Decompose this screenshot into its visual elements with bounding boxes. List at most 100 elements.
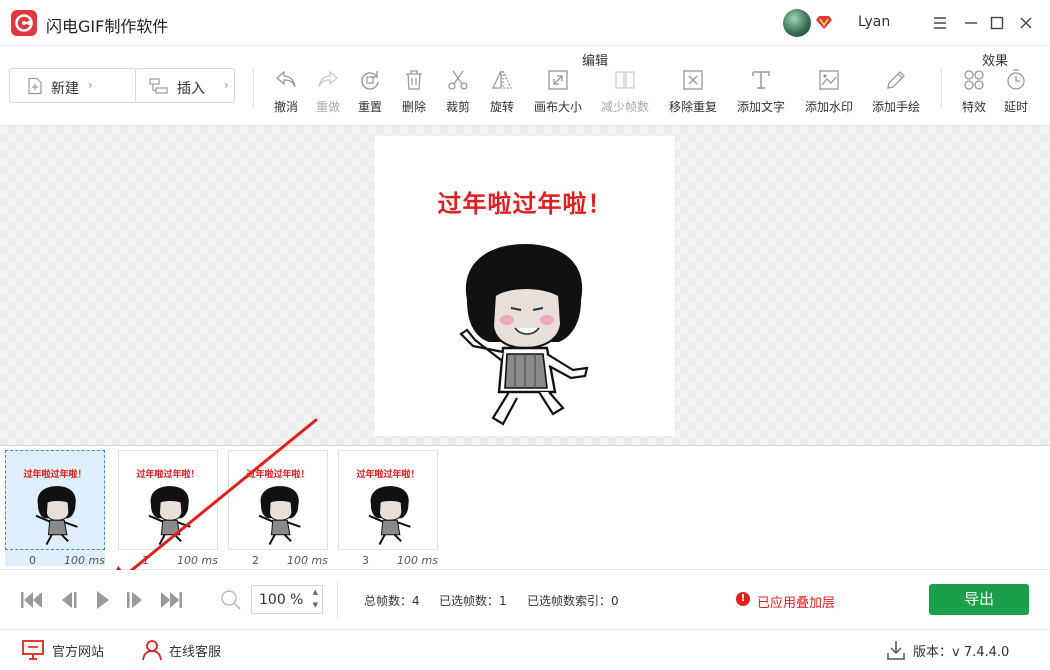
avatar[interactable] xyxy=(783,9,811,37)
overlay-status[interactable]: 已应用叠加层 xyxy=(757,592,835,611)
previous-frame-icon[interactable] xyxy=(56,588,82,612)
zoom-unit: % xyxy=(290,592,304,608)
info-icon: ! xyxy=(736,592,750,606)
minimize-icon[interactable] xyxy=(960,12,982,34)
selected-frames: 已选帧数：1 xyxy=(439,594,507,608)
reduce-frames-label: 减少帧数 xyxy=(600,100,649,114)
frame-index: 3 xyxy=(362,554,369,567)
last-frame-icon[interactable] xyxy=(158,588,184,612)
cartoon-character-image xyxy=(258,486,301,546)
new-button-label: 新建 xyxy=(51,81,79,97)
cartoon-character-image xyxy=(368,486,411,546)
zoom-value: 100 xyxy=(259,592,286,608)
zoom-up-arrow-icon[interactable]: ▲ xyxy=(313,588,318,596)
toolbar-divider xyxy=(253,68,254,108)
export-button[interactable]: 导出 xyxy=(929,584,1029,615)
frame-image: 过年啦过年啦！ xyxy=(5,450,105,550)
remove-duplicate-label: 移除重复 xyxy=(668,100,717,114)
frame-image: 过年啦过年啦！ xyxy=(118,450,218,550)
frame-image: 过年啦过年啦！ xyxy=(338,450,438,550)
insert-icon xyxy=(149,78,168,94)
redo-icon xyxy=(318,70,338,88)
frame-caption: 过年啦过年啦！ xyxy=(23,470,87,480)
frame-caption: 过年啦过年啦！ xyxy=(356,470,420,480)
next-frame-icon[interactable] xyxy=(122,588,148,612)
add-text-label: 添加文字 xyxy=(736,100,785,114)
frame-index: 2 xyxy=(252,554,259,567)
delete-icon xyxy=(406,70,422,90)
rotate-label: 旋转 xyxy=(489,100,514,114)
add-drawing-label: 添加手绘 xyxy=(871,100,920,114)
new-file-icon xyxy=(28,77,42,95)
toolbar: 新建 › 插入 › 编辑 效果 撤消 重做 重置 删除 裁剪 旋转 画布大小 减… xyxy=(0,46,1050,126)
frame-index: 1 xyxy=(142,554,149,567)
online-support-link[interactable]: 在线客服 xyxy=(169,641,221,660)
frame-duration[interactable]: 100 ms xyxy=(177,554,218,567)
first-frame-icon[interactable] xyxy=(19,588,45,612)
add-text-button[interactable]: 添加文字 xyxy=(731,68,791,118)
new-button[interactable]: 新建 › xyxy=(9,68,137,103)
app-title: 闪电GIF制作软件 xyxy=(46,17,169,36)
cartoon-character-image xyxy=(148,486,191,546)
app-logo-icon xyxy=(11,10,37,36)
menu-icon[interactable] xyxy=(929,12,951,34)
add-drawing-icon xyxy=(887,71,905,89)
frame-index: 0 xyxy=(29,554,36,567)
effects-icon xyxy=(964,70,984,90)
frame-image: 过年啦过年啦！ xyxy=(228,450,328,550)
frame-thumbnail[interactable]: 过年啦过年啦！ 1 100 ms xyxy=(118,450,218,567)
frame-duration[interactable]: 100 ms xyxy=(397,554,438,567)
official-website-link[interactable]: 官方网站 xyxy=(52,641,104,660)
insert-button[interactable]: 插入 › xyxy=(135,68,235,103)
frame-thumbnail[interactable]: 过年啦过年啦！ 0 100 ms xyxy=(5,450,105,567)
maximize-icon[interactable] xyxy=(986,12,1008,34)
frame-thumbnail[interactable]: 过年啦过年啦！ 2 100 ms xyxy=(228,450,328,567)
selected-frame-index: 已选帧数索引：0 xyxy=(527,594,619,608)
playback-divider xyxy=(337,582,338,618)
canvas-size-icon xyxy=(548,70,568,90)
reduce-frames-icon xyxy=(615,71,635,89)
frame-caption: 过年啦过年啦！ xyxy=(246,470,310,480)
delay-button[interactable]: 延时 xyxy=(986,68,1046,118)
add-drawing-button[interactable]: 添加手绘 xyxy=(866,68,926,118)
frame-duration[interactable]: 100 ms xyxy=(64,554,105,567)
chevron-right-icon: › xyxy=(88,78,93,92)
title-bar: 闪电GIF制作软件 Lyan xyxy=(0,0,1050,46)
canvas-area[interactable]: 过年啦过年啦！ xyxy=(0,126,1050,446)
undo-icon xyxy=(276,70,296,88)
remove-duplicate-icon xyxy=(683,70,703,90)
frame-strip[interactable]: 过年啦过年啦！ 0 100 ms 过年啦过年啦！ 1 100 ms 过年啦过年啦 xyxy=(0,446,1050,570)
zoom-down-arrow-icon[interactable]: ▼ xyxy=(313,601,318,609)
frame-duration[interactable]: 100 ms xyxy=(287,554,328,567)
customer-service-icon[interactable] xyxy=(141,639,163,661)
frame-thumbnail[interactable]: 过年啦过年啦！ 3 100 ms xyxy=(338,450,438,567)
total-frames: 总帧数：4 xyxy=(364,594,420,608)
remove-duplicate-button[interactable]: 移除重复 xyxy=(663,68,723,118)
frame-caption: 过年啦过年啦！ xyxy=(136,470,200,480)
canvas-size-label: 画布大小 xyxy=(533,100,582,114)
zoom-icon xyxy=(221,590,241,610)
add-watermark-button[interactable]: 添加水印 xyxy=(799,68,859,118)
reduce-frames-button[interactable]: 减少帧数 xyxy=(595,68,655,118)
delay-label: 延时 xyxy=(1003,100,1028,114)
chevron-right-icon: › xyxy=(224,78,229,92)
delay-icon xyxy=(1007,69,1025,90)
edit-group-label: 编辑 xyxy=(582,54,609,69)
version-label: 版本：v 7.4.4.0 xyxy=(913,645,1010,660)
playback-bar: 100 % ▲ ▼ 总帧数：4 已选帧数：1 已选帧数索引：0 ! 已应用叠加层… xyxy=(0,570,1050,630)
monitor-icon[interactable] xyxy=(21,639,45,661)
vip-diamond-icon[interactable] xyxy=(816,14,832,30)
preview-frame[interactable]: 过年啦过年啦！ xyxy=(375,136,675,436)
toolbar-divider xyxy=(941,68,942,108)
canvas-size-button[interactable]: 画布大小 xyxy=(528,68,588,118)
rotate-button[interactable]: 旋转 xyxy=(472,68,532,118)
close-icon[interactable] xyxy=(1015,12,1037,34)
reset-icon xyxy=(361,71,379,90)
play-icon[interactable] xyxy=(90,588,116,612)
zoom-input[interactable]: 100 % ▲ ▼ xyxy=(251,585,323,614)
preview-caption: 过年啦过年啦！ xyxy=(437,190,613,218)
download-icon[interactable] xyxy=(886,639,906,661)
add-watermark-label: 添加水印 xyxy=(804,100,853,114)
cartoon-character-image xyxy=(35,486,78,546)
username[interactable]: Lyan xyxy=(858,14,890,30)
